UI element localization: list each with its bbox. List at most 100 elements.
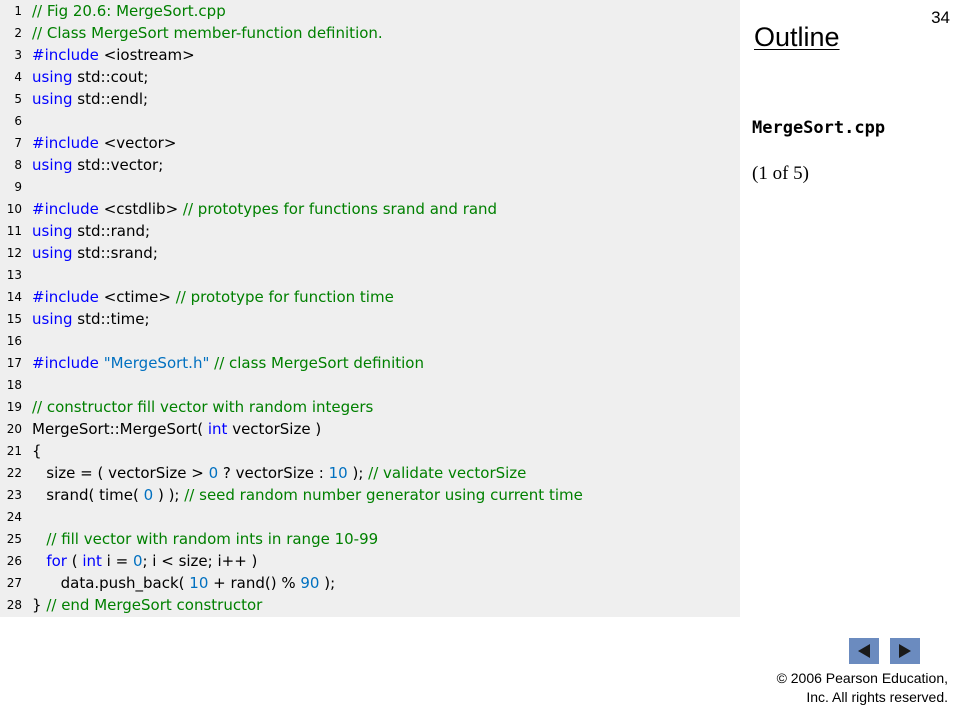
code-token: <iostream> (98, 46, 195, 64)
code-text: using std::vector; (32, 154, 163, 176)
line-number: 11 (6, 224, 22, 238)
code-token: #include (32, 288, 99, 306)
code-token: { (32, 442, 42, 460)
code-line: 20 MergeSort::MergeSort( int vectorSize ) (0, 418, 740, 440)
code-text: // Fig 20.6: MergeSort.cpp (32, 0, 226, 22)
code-token: using (32, 90, 73, 108)
code-token: <ctime> (98, 288, 176, 306)
code-token: // end MergeSort constructor (46, 596, 263, 614)
code-token: ? vectorSize : (218, 464, 329, 482)
code-token: int (207, 420, 228, 438)
file-name-label: MergeSort.cpp (752, 118, 886, 138)
code-token: ); (347, 464, 369, 482)
triangle-right-icon (899, 644, 911, 658)
code-token: // Class MergeSort member-function defin… (32, 24, 383, 42)
code-token: // Fig 20.6: MergeSort.cpp (32, 2, 226, 20)
code-text: #include <cstdlib> // prototypes for fun… (32, 198, 497, 220)
code-line: 17 #include "MergeSort.h" // class MergeS… (0, 352, 740, 374)
code-token: using (32, 68, 73, 86)
previous-slide-button[interactable] (849, 638, 879, 664)
code-token: #include (32, 354, 99, 372)
code-text: // fill vector with random ints in range… (32, 528, 378, 550)
code-text: for ( int i = 0; i < size; i++ ) (32, 550, 257, 572)
code-token: ); (319, 574, 336, 592)
code-text: #include "MergeSort.h" // class MergeSor… (32, 352, 424, 374)
line-number: 8 (14, 158, 22, 172)
code-line: 26 for ( int i = 0; i < size; i++ ) (0, 550, 740, 572)
code-line: 23 srand( time( 0 ) ); // seed random nu… (0, 484, 740, 506)
line-number: 23 (6, 488, 22, 502)
code-line: 9 (0, 176, 740, 198)
line-number: 4 (14, 70, 22, 84)
line-number: 24 (6, 510, 22, 524)
code-token: // validate vectorSize (368, 464, 527, 482)
line-number: 12 (6, 246, 22, 260)
code-text: #include <vector> (32, 132, 176, 154)
code-line: 15 using std::time; (0, 308, 740, 330)
code-line: 14 #include <ctime> // prototype for func… (0, 286, 740, 308)
copyright-line-2: Inc. All rights reserved. (806, 689, 948, 705)
slide-number: 34 (931, 8, 950, 27)
code-line: 2 // Class MergeSort member-function defi… (0, 22, 740, 44)
code-text: using std::srand; (32, 242, 158, 264)
code-token: MergeSort::MergeSort( (32, 420, 208, 438)
code-line: 25 // fill vector with random ints in ra… (0, 528, 740, 550)
code-token: "MergeSort.h" (103, 354, 210, 372)
code-token: data.push_back( (32, 574, 190, 592)
code-token: std::srand; (72, 244, 158, 262)
code-line: 8 using std::vector; (0, 154, 740, 176)
code-text: #include <iostream> (32, 44, 195, 66)
code-token: using (32, 156, 73, 174)
line-number: 2 (14, 26, 22, 40)
line-number: 1 (14, 4, 22, 18)
code-token: // seed random number generator using cu… (184, 486, 583, 504)
code-token: #include (32, 200, 99, 218)
code-line: 5 using std::endl; (0, 88, 740, 110)
next-slide-button[interactable] (890, 638, 920, 664)
code-line: 6 (0, 110, 740, 132)
code-token: size = ( vectorSize > (32, 464, 209, 482)
code-token: // constructor fill vector with random i… (32, 398, 374, 416)
code-token: using (32, 244, 73, 262)
code-token: for (46, 552, 67, 570)
code-token: // prototypes for functions srand and ra… (182, 200, 498, 218)
code-text: data.push_back( 10 + rand() % 90 ); (32, 572, 336, 594)
code-line: 16 (0, 330, 740, 352)
code-text: size = ( vectorSize > 0 ? vectorSize : 1… (32, 462, 526, 484)
line-number: 6 (14, 114, 22, 128)
line-number: 27 (6, 576, 22, 590)
code-token: 0 (143, 486, 154, 504)
code-token: ) ); (153, 486, 185, 504)
code-token: std::rand; (72, 222, 151, 240)
code-text: using std::time; (32, 308, 150, 330)
line-number: 3 (14, 48, 22, 62)
code-text: { (32, 440, 42, 462)
code-token: <vector> (98, 134, 177, 152)
code-token: using (32, 310, 73, 328)
copyright-line-1: © 2006 Pearson Education, (776, 670, 948, 686)
code-token: + rand() % (208, 574, 301, 592)
line-number: 10 (6, 202, 22, 216)
code-token: #include (32, 46, 99, 64)
code-token: ( (66, 552, 83, 570)
code-token: 10 (189, 574, 209, 592)
code-text: // constructor fill vector with random i… (32, 396, 373, 418)
line-number: 13 (6, 268, 22, 282)
line-number: 20 (6, 422, 22, 436)
code-line: 11 using std::rand; (0, 220, 740, 242)
outline-title[interactable]: Outline (754, 22, 840, 53)
code-token: using (32, 222, 73, 240)
code-token: std::time; (72, 310, 150, 328)
line-number: 14 (6, 290, 22, 304)
code-token: vectorSize ) (227, 420, 322, 438)
code-line: 24 (0, 506, 740, 528)
line-number: 22 (6, 466, 22, 480)
line-number: 17 (6, 356, 22, 370)
code-token: std::cout; (72, 68, 149, 86)
triangle-left-icon (858, 644, 870, 658)
line-number: 9 (14, 180, 22, 194)
line-number: 26 (6, 554, 22, 568)
line-number: 28 (6, 598, 22, 612)
